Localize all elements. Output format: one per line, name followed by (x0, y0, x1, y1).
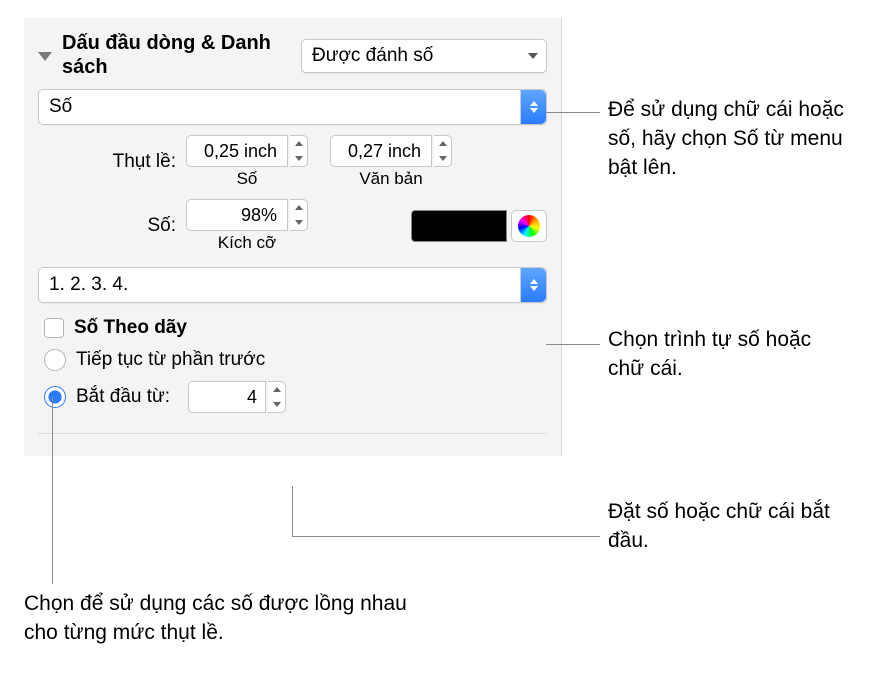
continue-radio-row[interactable]: Tiếp tục từ phần trước (44, 349, 547, 371)
text-indent-stepper[interactable]: 0,27 inch (330, 135, 452, 167)
callout-sequence: Chọn trình tự số hoặc chữ cái. (608, 326, 838, 384)
callout-tiered: Chọn để sử dụng các số được lồng nhau ch… (24, 590, 424, 648)
start-from-radio-row[interactable]: Bắt đầu từ: 4 (44, 381, 547, 413)
callout-lead (292, 486, 293, 536)
stepper-icon[interactable] (268, 381, 286, 413)
color-picker-button[interactable] (511, 210, 547, 242)
text-indent-field[interactable]: 0,27 inch (330, 135, 432, 167)
start-from-radio-label: Bắt đầu từ: (76, 386, 170, 408)
callout-number-type: Để sử dụng chữ cái hoặc số, hãy chọn Số … (608, 96, 854, 183)
callout-lead (52, 396, 53, 584)
list-style-popup[interactable]: Được đánh số (301, 39, 547, 73)
start-from-field[interactable]: 4 (188, 381, 266, 413)
size-row: Số: 98% Kích cỡ (38, 199, 547, 253)
popup-arrows-icon (520, 268, 546, 302)
popup-arrows-icon (520, 90, 546, 124)
callout-lead (292, 536, 600, 537)
number-sequence-value: 1. 2. 3. 4. (49, 274, 128, 296)
color-well[interactable] (411, 210, 507, 242)
text-indent-sublabel: Văn bản (330, 169, 452, 189)
stepper-icon[interactable] (290, 199, 308, 231)
size-sublabel: Kích cỡ (186, 233, 308, 253)
size-label: Số: (38, 215, 186, 237)
panel-header: Dấu đầu dòng & Danh sách Được đánh số (38, 32, 547, 79)
continue-radio[interactable] (44, 349, 66, 371)
indent-label: Thụt lề: (38, 151, 186, 173)
number-indent-field[interactable]: 0,25 inch (186, 135, 288, 167)
size-stepper[interactable]: 98% (186, 199, 308, 231)
number-sequence-popup[interactable]: 1. 2. 3. 4. (38, 267, 547, 303)
disclosure-triangle-icon[interactable] (38, 52, 52, 61)
callout-start: Đặt số hoặc chữ cái bắt đầu. (608, 498, 844, 556)
tiered-numbers-row[interactable]: Số Theo dãy (44, 317, 547, 339)
tiered-numbers-checkbox[interactable] (44, 318, 64, 338)
start-from-radio[interactable] (44, 386, 66, 408)
stepper-icon[interactable] (290, 135, 308, 167)
continue-radio-label: Tiếp tục từ phần trước (76, 349, 265, 371)
number-indent-sublabel: Số (186, 169, 308, 189)
number-type-popup[interactable]: Số (38, 89, 547, 125)
panel-title: Dấu đầu dòng & Danh sách (62, 32, 291, 79)
number-type-value: Số (49, 96, 72, 118)
number-indent-stepper[interactable]: 0,25 inch (186, 135, 308, 167)
chevron-down-icon (528, 53, 538, 59)
indent-row: Thụt lề: 0,25 inch Số 0,27 inch (38, 135, 547, 189)
stepper-icon[interactable] (434, 135, 452, 167)
callout-lead (546, 344, 600, 345)
start-from-stepper[interactable]: 4 (180, 381, 286, 413)
color-wheel-icon (518, 215, 540, 237)
divider (38, 433, 547, 434)
tiered-numbers-label: Số Theo dãy (74, 317, 187, 339)
callout-lead (546, 112, 600, 113)
list-style-value: Được đánh số (312, 45, 433, 67)
bullets-and-lists-panel: Dấu đầu dòng & Danh sách Được đánh số Số… (24, 18, 562, 456)
size-field[interactable]: 98% (186, 199, 288, 231)
